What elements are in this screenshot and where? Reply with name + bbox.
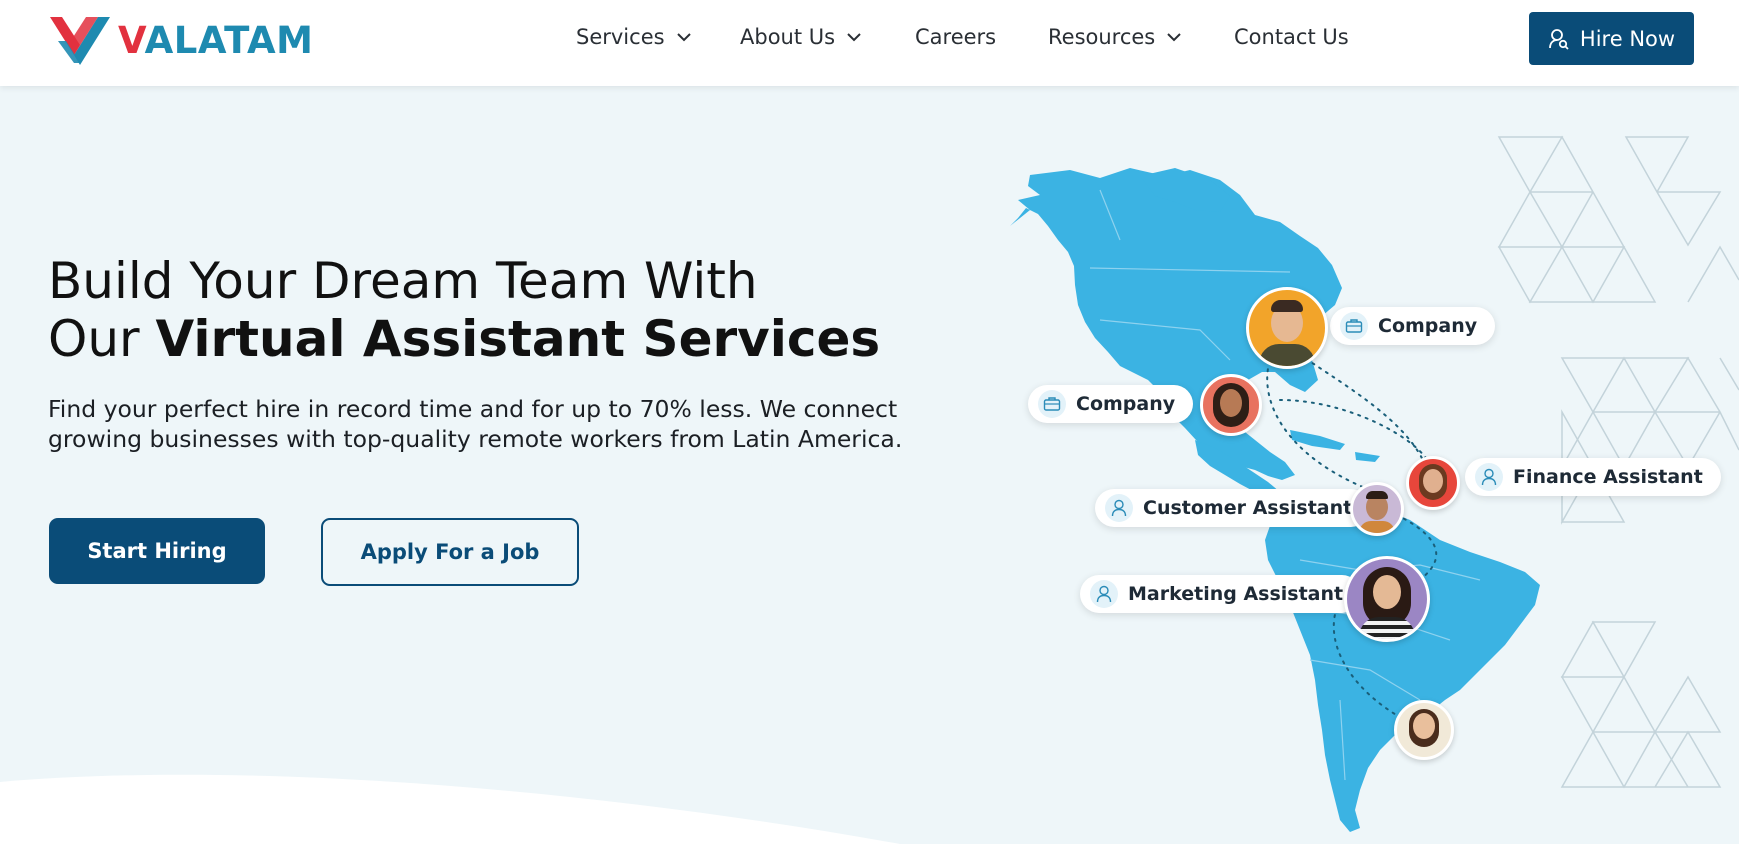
logo-wordmark: VALATAM xyxy=(118,18,314,62)
avatar xyxy=(1246,287,1328,369)
apply-for-job-button[interactable]: Apply For a Job xyxy=(321,518,579,586)
user-search-icon xyxy=(1549,28,1569,50)
nav-item-label: About Us xyxy=(740,25,836,49)
marketing-assistant-pill: Marketing Assistant xyxy=(1080,575,1362,613)
user-icon xyxy=(1475,463,1503,491)
pill-label: Finance Assistant xyxy=(1513,466,1703,488)
chevron-down-icon xyxy=(1167,32,1181,41)
avatar xyxy=(1394,700,1454,760)
nav-item-label: Services xyxy=(576,25,665,49)
nav-item-contact-us[interactable]: Contact Us xyxy=(1234,25,1349,49)
avatar xyxy=(1200,374,1262,436)
briefcase-icon xyxy=(1038,390,1066,418)
hire-now-label: Hire Now xyxy=(1579,26,1676,51)
valatam-logo-mark-icon xyxy=(50,17,110,65)
avatar xyxy=(1406,456,1460,510)
pill-label: Company xyxy=(1076,393,1176,415)
chevron-down-icon xyxy=(847,32,861,41)
finance-assistant-pill: Finance Assistant xyxy=(1465,458,1721,496)
avatar xyxy=(1344,556,1430,642)
customer-assistant-pill: Customer Assistant xyxy=(1095,489,1371,527)
chevron-down-icon xyxy=(676,32,691,41)
valatam-logo[interactable]: VALATAM xyxy=(48,10,313,68)
hero-heading-prefix: Our xyxy=(48,310,156,368)
user-icon xyxy=(1090,580,1118,608)
start-hiring-button[interactable]: Start Hiring xyxy=(49,518,265,584)
pill-label: Customer Assistant xyxy=(1143,497,1353,519)
bottom-wave-divider xyxy=(0,774,900,844)
hire-now-button[interactable]: Hire Now xyxy=(1529,12,1694,65)
pill-label: Company xyxy=(1378,315,1478,337)
nav-item-label: Resources xyxy=(1048,25,1156,49)
company-label-pill: Company xyxy=(1028,385,1194,423)
pill-label: Marketing Assistant xyxy=(1128,583,1344,605)
nav-item-resources[interactable]: Resources xyxy=(1048,25,1181,49)
hero-heading-line1: Build Your Dream Team With xyxy=(48,252,758,310)
user-icon xyxy=(1105,494,1133,522)
hero-heading-bold: Virtual Assistant Services xyxy=(155,310,881,368)
nav-item-services[interactable]: Services xyxy=(576,25,691,49)
avatar xyxy=(1350,482,1404,536)
nav-item-label: Careers xyxy=(915,25,997,49)
hero-subtitle: Find your perfect hire in record time an… xyxy=(48,395,903,453)
company-label-pill: Company xyxy=(1330,307,1496,345)
hero-heading: Build Your Dream Team With Our Virtual As… xyxy=(48,252,908,368)
nav-item-careers[interactable]: Careers xyxy=(915,25,996,49)
nav-item-about-us[interactable]: About Us xyxy=(740,25,861,49)
briefcase-icon xyxy=(1340,312,1368,340)
nav-item-label: Contact Us xyxy=(1234,25,1349,49)
site-header: VALATAM Services About Us Careers Resour… xyxy=(0,0,1739,86)
